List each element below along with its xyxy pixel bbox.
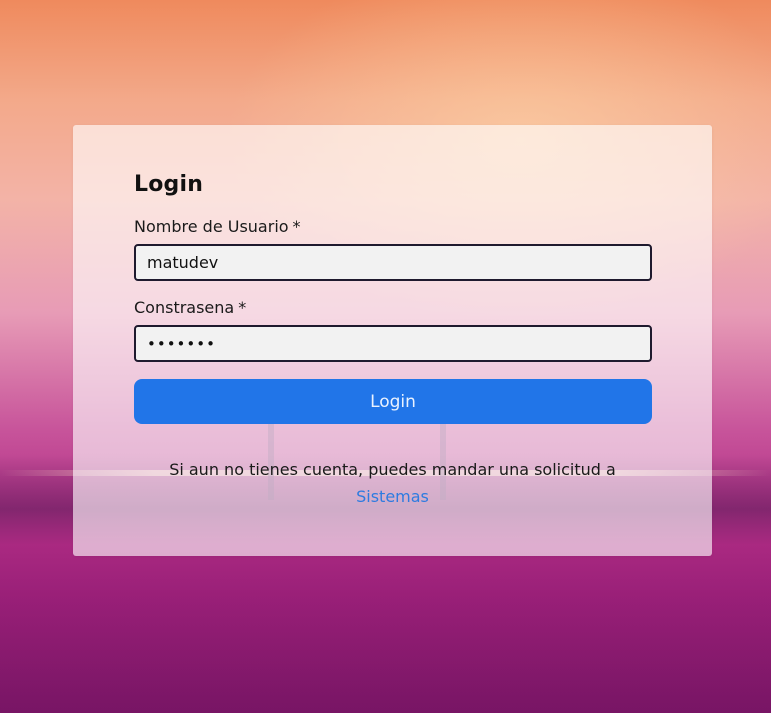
password-field-wrapper: [134, 325, 652, 362]
password-label: Constrasena *: [134, 298, 246, 317]
password-label-text: Constrasena: [134, 298, 235, 317]
water: [0, 545, 771, 713]
username-input[interactable]: [136, 246, 650, 279]
required-marker: *: [238, 298, 247, 317]
login-card: Login Nombre de Usuario* Constrasena* Lo…: [73, 125, 712, 556]
username-field-wrapper: [134, 244, 652, 281]
username-label: Nombre de Usuario *: [134, 217, 301, 236]
signup-note: Si aun no tienes cuenta, puedes mandar u…: [73, 456, 712, 510]
signup-note-text: Si aun no tienes cuenta, puedes mandar u…: [169, 460, 616, 479]
password-input[interactable]: [136, 327, 650, 360]
required-marker: *: [292, 217, 301, 236]
login-button[interactable]: Login: [134, 379, 652, 424]
username-label-text: Nombre de Usuario: [134, 217, 289, 236]
sistemas-link[interactable]: Sistemas: [356, 487, 429, 506]
login-title: Login: [134, 172, 204, 197]
